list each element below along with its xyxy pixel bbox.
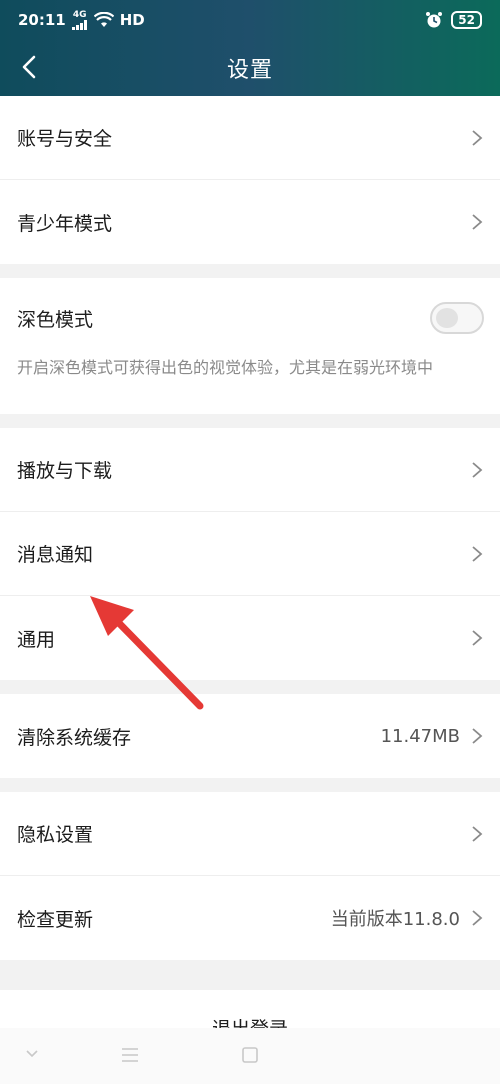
settings-item-check-update[interactable]: 检查更新 当前版本11.8.0 bbox=[0, 876, 500, 960]
chevron-right-icon bbox=[472, 825, 483, 842]
settings-group-account: 账号与安全 青少年模式 bbox=[0, 96, 500, 264]
battery-icon: 52 bbox=[451, 11, 482, 29]
nav-down-icon[interactable] bbox=[24, 1048, 40, 1060]
logout-label: 退出登录 bbox=[212, 1014, 288, 1028]
logout-button[interactable]: 退出登录 bbox=[0, 990, 500, 1028]
signal-icon: 4G bbox=[71, 9, 88, 30]
nav-bar: 设置 bbox=[0, 40, 500, 96]
dark-mode-label: 深色模式 bbox=[17, 308, 94, 331]
network-type: 4G bbox=[72, 9, 87, 20]
settings-item-label: 检查更新 bbox=[17, 908, 94, 931]
chevron-right-icon bbox=[472, 461, 483, 478]
wifi-icon bbox=[93, 12, 114, 27]
status-bar: 20:11 4G HD 52 bbox=[0, 0, 500, 40]
settings-item-label: 清除系统缓存 bbox=[17, 726, 132, 749]
toggle-knob bbox=[436, 308, 458, 328]
battery-level: 52 bbox=[458, 13, 475, 27]
nav-home-icon[interactable] bbox=[240, 1045, 260, 1065]
settings-item-label: 隐私设置 bbox=[17, 824, 94, 846]
group-divider bbox=[0, 680, 500, 694]
nav-menu-icon[interactable] bbox=[120, 1046, 140, 1064]
chevron-right-icon bbox=[472, 728, 483, 744]
settings-item-clear-cache[interactable]: 清除系统缓存 11.47MB bbox=[0, 694, 500, 778]
settings-item-account-security[interactable]: 账号与安全 bbox=[0, 96, 500, 180]
hd-badge: HD bbox=[119, 11, 145, 29]
chevron-right-icon bbox=[472, 545, 483, 562]
settings-group-cache: 清除系统缓存 11.47MB bbox=[0, 694, 500, 778]
page-title: 设置 bbox=[226, 58, 273, 83]
cache-size-value: 11.47MB bbox=[380, 725, 460, 747]
settings-item-label: 青少年模式 bbox=[17, 212, 113, 235]
settings-group-other: 隐私设置 检查更新 当前版本11.8.0 bbox=[0, 792, 500, 960]
settings-item-general[interactable]: 通用 bbox=[0, 596, 500, 680]
settings-item-teen-mode[interactable]: 青少年模式 bbox=[0, 180, 500, 264]
dark-mode-description: 开启深色模式可获得出色的视觉体验，尤其是在弱光环境中 bbox=[17, 358, 434, 377]
chevron-right-icon bbox=[472, 214, 483, 230]
system-nav-bar bbox=[0, 1028, 500, 1084]
group-divider bbox=[0, 414, 500, 428]
chevron-right-icon bbox=[472, 910, 483, 926]
settings-item-dark-mode: 深色模式 开启深色模式可获得出色的视觉体验，尤其是在弱光环境中 bbox=[0, 278, 500, 414]
top-bar: 20:11 4G HD 52 设置 bbox=[0, 0, 500, 96]
settings-group-general: 播放与下载 消息通知 通用 bbox=[0, 428, 500, 680]
group-divider bbox=[0, 264, 500, 278]
settings-item-label: 消息通知 bbox=[17, 544, 94, 566]
chevron-right-icon bbox=[472, 630, 483, 646]
version-value: 当前版本11.8.0 bbox=[330, 909, 460, 930]
settings-item-label: 播放与下载 bbox=[17, 460, 113, 482]
clock: 20:11 bbox=[18, 11, 66, 29]
settings-item-label: 账号与安全 bbox=[17, 128, 113, 150]
dark-mode-toggle[interactable] bbox=[430, 302, 484, 334]
back-arrow-icon[interactable] bbox=[16, 52, 46, 82]
group-divider bbox=[0, 778, 500, 792]
settings-item-notifications[interactable]: 消息通知 bbox=[0, 512, 500, 596]
settings-item-privacy[interactable]: 隐私设置 bbox=[0, 792, 500, 876]
settings-list: 账号与安全 青少年模式 深色模式 开启深色模式可获得出色的视觉体验，尤其是在弱光… bbox=[0, 96, 500, 960]
settings-item-label: 通用 bbox=[17, 628, 56, 651]
alarm-icon bbox=[426, 12, 443, 28]
settings-item-playback-download[interactable]: 播放与下载 bbox=[0, 428, 500, 512]
chevron-right-icon bbox=[472, 129, 483, 146]
